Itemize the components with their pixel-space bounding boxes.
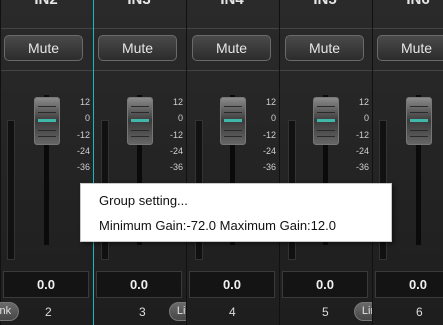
mute-button[interactable]: Mute	[285, 35, 364, 61]
scale-label: -12	[432, 130, 443, 140]
scale-label: 12	[432, 97, 443, 107]
channel-strip-in5: IN5 Mute 12 0 -12 -24 -36 0.0 5 Link	[279, 0, 390, 325]
scale-label: -12	[262, 130, 276, 140]
gain-value[interactable]: 0.0	[3, 271, 89, 298]
scale-label: -36	[169, 162, 183, 172]
channel-number: 5	[322, 305, 329, 319]
channel-strip-in6: IN6 Mute 12 0 -12 -24 -36 0.0 6	[372, 0, 443, 325]
scale-label: -24	[169, 146, 183, 156]
fader-knob[interactable]	[406, 97, 432, 145]
scale-label: -12	[355, 130, 369, 140]
divider	[187, 70, 280, 71]
scale-label: 0	[363, 113, 369, 123]
divider	[1, 28, 94, 29]
gain-value[interactable]: 0.0	[96, 271, 182, 298]
scale-label: 12	[172, 97, 183, 107]
channel-strip-in4: IN4 Mute 12 0 -12 -24 -36 0.0 4	[186, 0, 280, 325]
scale-label: -36	[432, 162, 443, 172]
mute-button[interactable]: Mute	[192, 35, 271, 61]
scale-label: 12	[265, 97, 276, 107]
menu-item-gain-range[interactable]: Minimum Gain:-72.0 Maximum Gain:12.0	[81, 214, 391, 238]
scale-label: 0	[84, 113, 90, 123]
channel-number: 3	[139, 305, 146, 319]
gain-value[interactable]: 0.0	[282, 271, 368, 298]
gain-value[interactable]: 0.0	[189, 271, 275, 298]
scale-label: 0	[270, 113, 276, 123]
context-menu: Group setting... Minimum Gain:-72.0 Maxi…	[80, 183, 392, 242]
fader-knob[interactable]	[313, 97, 339, 145]
fader-knob[interactable]	[220, 97, 246, 145]
mute-button[interactable]: Mute	[377, 35, 443, 61]
scale-label: -36	[262, 162, 276, 172]
divider	[94, 70, 187, 71]
fader-knob[interactable]	[34, 97, 60, 145]
channel-number: 2	[45, 305, 52, 319]
channel-strip-in3: IN3 Mute 12 0 -12 -24 -36 0.0 3 Link	[93, 0, 205, 325]
divider	[187, 28, 280, 29]
divider	[280, 28, 373, 29]
divider	[280, 70, 373, 71]
fader-knob[interactable]	[127, 97, 153, 145]
channel-title: IN5	[280, 0, 370, 28]
channel-title: IN4	[187, 0, 277, 28]
menu-item-group-setting[interactable]: Group setting...	[81, 189, 391, 213]
scale-label: -24	[355, 146, 369, 156]
scale-label: 12	[358, 97, 369, 107]
gain-value[interactable]: 0.0	[375, 271, 443, 298]
divider	[373, 28, 443, 29]
divider	[1, 70, 94, 71]
scale-label: 0	[177, 113, 183, 123]
scale-label: -24	[262, 146, 276, 156]
divider	[373, 70, 443, 71]
scale-label: 0	[432, 113, 443, 123]
scale-label: -12	[169, 130, 183, 140]
scale-label: -12	[76, 130, 90, 140]
channel-strip-in2: IN2 Mute 12 0 -12 -24 -36 0.0 Link 2	[0, 0, 94, 325]
mute-button[interactable]: Mute	[4, 35, 83, 61]
link-button[interactable]: Link	[0, 302, 19, 321]
divider	[94, 28, 187, 29]
scale-label: 12	[79, 97, 90, 107]
scale-label: -24	[76, 146, 90, 156]
level-meter	[7, 120, 15, 260]
channel-number: 6	[416, 305, 423, 319]
scale-label: -24	[432, 146, 443, 156]
mute-button[interactable]: Mute	[98, 35, 177, 61]
channel-title: IN3	[94, 0, 184, 28]
channel-title: IN6	[373, 0, 443, 28]
channel-number: 4	[229, 305, 236, 319]
scale-label: -36	[355, 162, 369, 172]
scale-label: -36	[76, 162, 90, 172]
channel-title: IN2	[1, 0, 91, 28]
